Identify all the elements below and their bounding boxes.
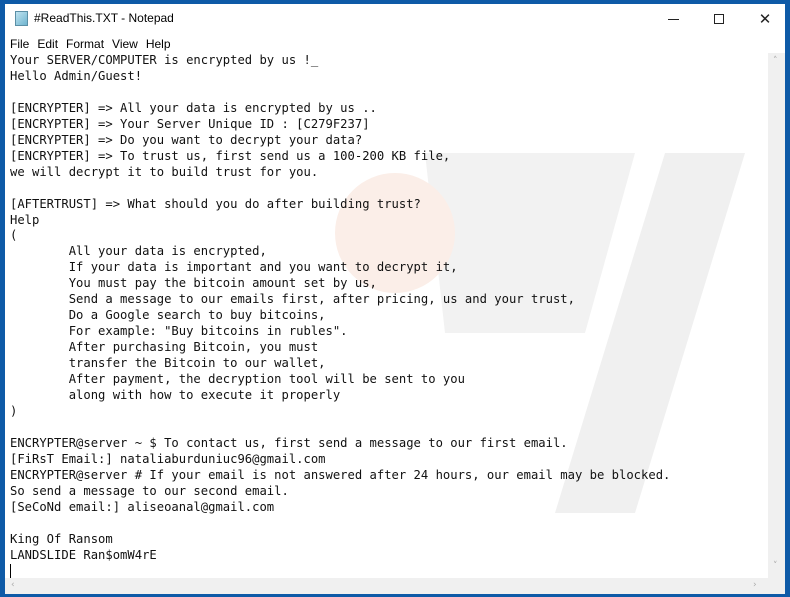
- text-line: ENCRYPTER@server ~ $ To contact us, firs…: [10, 435, 568, 450]
- scroll-down-icon[interactable]: ˅: [773, 561, 778, 571]
- text-line: [FiRsT Email:] nataliaburduniuc96@gmail.…: [10, 451, 326, 466]
- close-button[interactable]: ✕: [742, 4, 788, 34]
- text-line: (: [10, 228, 18, 243]
- text-line: After purchasing Bitcoin, you must: [10, 340, 319, 355]
- close-icon: ✕: [758, 10, 772, 28]
- menu-view[interactable]: View: [107, 35, 141, 53]
- text-line: After payment, the decryption tool will …: [10, 372, 465, 387]
- text-line: ): [10, 403, 18, 418]
- text-line: [ENCRYPTER] => Your Server Unique ID : […: [10, 116, 370, 131]
- notepad-window: #ReadThis.TXT - Notepad ✕ File Edit Form…: [5, 4, 785, 594]
- maximize-icon: [714, 14, 724, 24]
- text-line: You must pay the bitcoin amount set by u…: [10, 276, 377, 291]
- text-line: For example: "Buy bitcoins in rubles".: [10, 324, 348, 339]
- menu-help[interactable]: Help: [141, 35, 174, 53]
- horizontal-scrollbar[interactable]: ‹ ›: [5, 578, 768, 594]
- text-line: transfer the Bitcoin to our wallet,: [10, 356, 326, 371]
- text-line: ENCRYPTER@server # If your email is not …: [10, 467, 671, 482]
- text-line: Do a Google search to buy bitcoins,: [10, 308, 326, 323]
- window-title: #ReadThis.TXT - Notepad: [34, 11, 174, 25]
- menu-format[interactable]: Format: [61, 35, 107, 53]
- text-line: we will decrypt it to build trust for yo…: [10, 164, 319, 179]
- text-line: If your data is important and you want t…: [10, 260, 458, 275]
- text-line: [ENCRYPTER] => All your data is encrypte…: [10, 100, 377, 115]
- text-line: King Of Ransom: [10, 531, 113, 546]
- title-bar[interactable]: #ReadThis.TXT - Notepad ✕: [5, 4, 785, 34]
- scroll-left-icon[interactable]: ‹: [11, 580, 15, 590]
- text-line: LANDSLIDE Ran$omW4rE: [10, 547, 157, 562]
- text-line: Send a message to our emails first, afte…: [10, 292, 575, 307]
- text-line: So send a message to our second email.: [10, 483, 289, 498]
- minimize-button[interactable]: [650, 4, 696, 34]
- text-line: [AFTERTRUST] => What should you do after…: [10, 196, 421, 211]
- text-line: [SeCoNd email:] aliseoanal@gmail.com: [10, 499, 275, 514]
- resize-grip[interactable]: [768, 578, 785, 594]
- maximize-button[interactable]: [696, 4, 742, 34]
- scroll-up-icon[interactable]: ˄: [773, 56, 778, 66]
- menu-bar: File Edit Format View Help: [5, 35, 785, 53]
- scroll-right-icon[interactable]: ›: [753, 580, 757, 590]
- text-line: All your data is encrypted,: [10, 244, 267, 259]
- text-line: [ENCRYPTER] => To trust us, first send u…: [10, 148, 451, 163]
- minimize-icon: [667, 18, 679, 20]
- text-editor[interactable]: Your SERVER/COMPUTER is encrypted by us …: [5, 53, 768, 578]
- vertical-scrollbar[interactable]: ˄ ˅: [768, 53, 785, 578]
- text-line: Help: [10, 212, 40, 227]
- text-line: Your SERVER/COMPUTER is encrypted by us …: [10, 53, 319, 67]
- menu-file[interactable]: File: [5, 35, 32, 53]
- text-line: along with how to execute it properly: [10, 388, 341, 403]
- menu-edit[interactable]: Edit: [32, 35, 61, 53]
- text-line: [ENCRYPTER] => Do you want to decrypt yo…: [10, 132, 363, 147]
- notepad-icon: [15, 11, 28, 26]
- text-caret: [10, 563, 11, 578]
- text-line: Hello Admin/Guest!: [10, 68, 143, 83]
- document-text[interactable]: Your SERVER/COMPUTER is encrypted by us …: [10, 53, 670, 578]
